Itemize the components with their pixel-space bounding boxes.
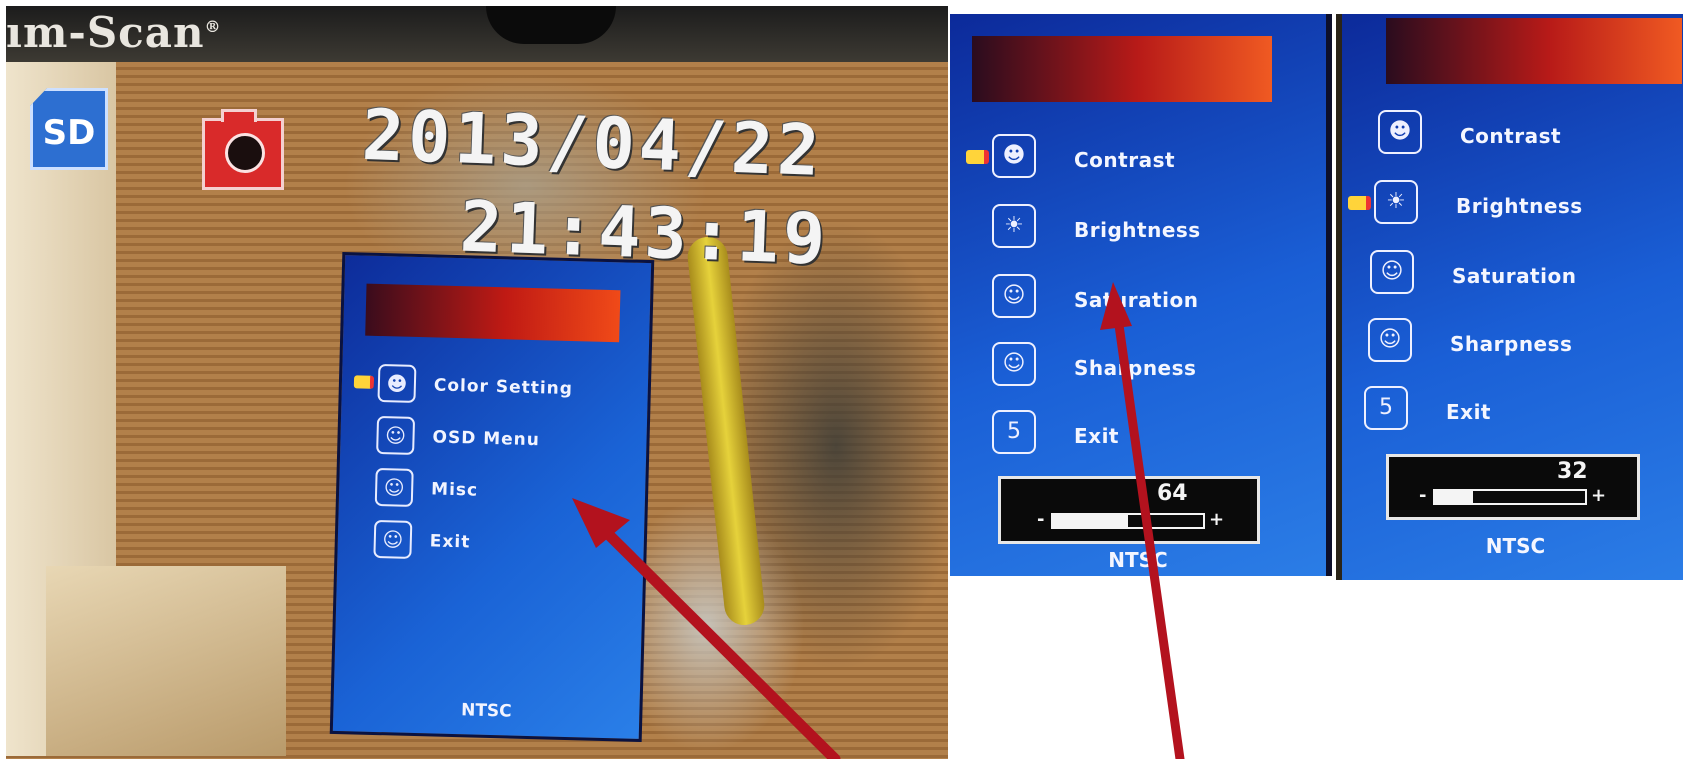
submenu-item-exit[interactable]: 5 Exit — [1342, 386, 1638, 432]
submenu-item-label: Contrast — [1460, 124, 1562, 148]
submenu-item-label: Saturation — [1452, 264, 1577, 288]
video-standard-label: NTSC — [1108, 548, 1168, 572]
menu-item-label: Color Setting — [433, 375, 574, 400]
submenu-title-bar — [972, 36, 1272, 102]
brightness-icon: ☀ — [992, 204, 1036, 248]
brightness-slider[interactable] — [1433, 489, 1587, 505]
submenu-item-label: Contrast — [1074, 148, 1176, 172]
submenu-item-label: Exit — [1074, 424, 1119, 448]
increase-icon: + — [1209, 509, 1225, 530]
increase-icon: + — [1591, 485, 1607, 506]
menu-item-label: Misc — [430, 479, 479, 501]
saturation-icon: ☺ — [992, 274, 1036, 318]
submenu-item-brightness[interactable]: ☀ Brightness — [1348, 180, 1648, 226]
selection-pointer-icon — [966, 150, 989, 164]
main-osd-menu: ☻ Color Setting ☺ OSD Menu ☺ Misc ☺ Exit… — [329, 251, 655, 743]
camera-notch — [486, 6, 616, 44]
menu-item-exit[interactable]: ☺ Exit — [349, 519, 630, 566]
menu-item-label: OSD Menu — [432, 427, 541, 451]
decrease-icon: - — [1037, 509, 1045, 530]
osd-menu-icon: ☺ — [376, 415, 416, 455]
sharpness-icon: ☺ — [992, 342, 1036, 386]
brand-logo: ım-Scan® — [6, 8, 221, 57]
submenu-item-contrast[interactable]: ☻ Contrast — [1352, 110, 1652, 156]
yellow-pipe-background — [685, 234, 767, 628]
video-standard-label: NTSC — [1485, 534, 1546, 558]
menu-item-label: Exit — [429, 531, 471, 553]
menu-item-color-setting[interactable]: ☻ Color Setting — [353, 363, 634, 410]
brand-mark: ® — [204, 17, 222, 36]
brightness-icon: ☀ — [1374, 180, 1418, 224]
submenu-item-contrast[interactable]: ☻ Contrast — [966, 134, 1266, 180]
color-menu-contrast-panel: ☻ Contrast ☀ Brightness ☺ Saturation ☺ S… — [950, 14, 1332, 576]
submenu-item-label: Sharpness — [1450, 332, 1573, 356]
camera-monitor-photo: ım-Scan® SD 2013/04/22 21:43:19 ☻ Color … — [6, 6, 948, 759]
decrease-icon: - — [1419, 485, 1427, 506]
submenu-item-label: Saturation — [1074, 288, 1199, 312]
menu-title-bar — [365, 283, 621, 343]
brand-text: ım-Scan — [6, 8, 205, 57]
selection-pointer-icon — [1348, 196, 1371, 210]
brightness-level-box: 32 - + — [1386, 454, 1640, 520]
osd-date: 2013/04/22 — [360, 93, 825, 193]
sharpness-icon: ☺ — [1368, 318, 1412, 362]
sd-card-label: SD — [42, 113, 96, 153]
sd-card-icon: SD — [30, 88, 108, 170]
submenu-item-brightness[interactable]: ☀ Brightness — [966, 204, 1266, 250]
color-setting-icon: ☻ — [377, 363, 417, 403]
submenu-item-label: Sharpness — [1074, 356, 1197, 380]
contrast-icon: ☻ — [992, 134, 1036, 178]
submenu-item-sharpness[interactable]: ☺ Sharpness — [966, 342, 1266, 388]
exit-icon: 5 — [992, 410, 1036, 454]
selection-pointer-icon — [353, 375, 375, 389]
submenu-item-label: Brightness — [1456, 194, 1583, 218]
cabinet-background — [46, 566, 286, 756]
video-standard-label: NTSC — [460, 700, 512, 722]
camera-icon — [202, 109, 284, 190]
menu-item-osd-menu[interactable]: ☺ OSD Menu — [352, 415, 633, 462]
submenu-item-label: Brightness — [1074, 218, 1201, 242]
contrast-level-box: 64 - + — [998, 476, 1260, 544]
brightness-slider-fill — [1435, 491, 1473, 503]
brightness-level-value: 32 — [1557, 459, 1588, 484]
contrast-slider-fill — [1053, 515, 1128, 527]
submenu-item-saturation[interactable]: ☺ Saturation — [966, 274, 1266, 320]
exit-icon: 5 — [1364, 386, 1408, 430]
submenu-title-bar — [1386, 18, 1682, 84]
submenu-item-saturation[interactable]: ☺ Saturation — [1344, 250, 1644, 296]
contrast-slider[interactable] — [1051, 513, 1205, 529]
saturation-icon: ☺ — [1370, 250, 1414, 294]
contrast-level-value: 64 — [1157, 481, 1188, 506]
monitor-bezel: ım-Scan® — [6, 6, 948, 62]
menu-item-misc[interactable]: ☺ Misc — [351, 467, 632, 514]
contrast-icon: ☻ — [1378, 110, 1422, 154]
misc-icon: ☺ — [374, 467, 414, 507]
color-menu-brightness-panel: ☻ Contrast ☀ Brightness ☺ Saturation ☺ S… — [1336, 14, 1683, 580]
submenu-item-sharpness[interactable]: ☺ Sharpness — [1342, 318, 1642, 364]
exit-icon: ☺ — [373, 519, 413, 559]
submenu-item-exit[interactable]: 5 Exit — [966, 410, 1266, 456]
submenu-item-label: Exit — [1446, 400, 1491, 424]
